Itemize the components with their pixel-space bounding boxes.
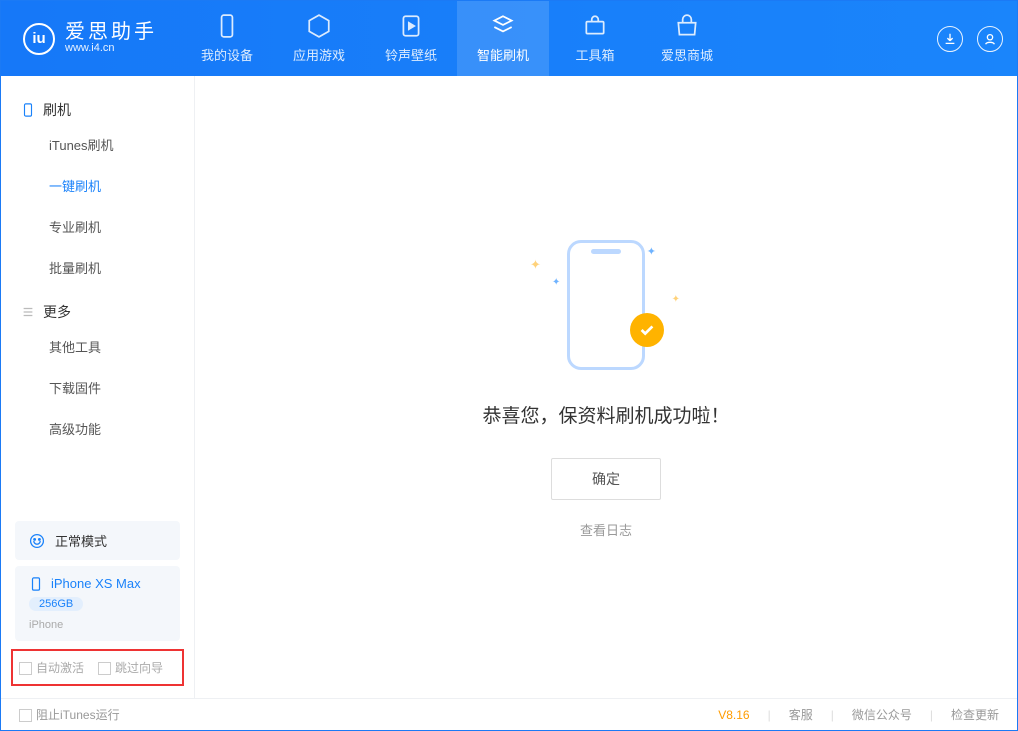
- device-card[interactable]: iPhone XS Max 256GB iPhone: [15, 566, 180, 641]
- view-log-link[interactable]: 查看日志: [580, 520, 632, 539]
- success-message: 恭喜您，保资料刷机成功啦！: [482, 401, 729, 428]
- header: iu 爱思助手 www.i4.cn 我的设备 应用游戏 铃声壁纸 智能刷机: [1, 1, 1017, 76]
- mode-label: 正常模式: [55, 531, 107, 550]
- footer-wechat[interactable]: 微信公众号: [852, 706, 912, 723]
- app-url: www.i4.cn: [65, 42, 157, 55]
- sidebar-group-more: 更多: [1, 288, 194, 326]
- sidebar-item-other-tools[interactable]: 其他工具: [1, 326, 194, 367]
- sidebar: 刷机 iTunes刷机 一键刷机 专业刷机 批量刷机 更多 其他工具 下载固件 …: [1, 76, 195, 698]
- checkbox-auto-activate[interactable]: 自动激活: [19, 659, 84, 676]
- tab-my-device[interactable]: 我的设备: [181, 1, 273, 76]
- footer-check-update[interactable]: 检查更新: [951, 706, 999, 723]
- sidebar-item-pro-flash[interactable]: 专业刷机: [1, 206, 194, 247]
- phone-icon: [567, 240, 645, 370]
- logo: iu 爱思助手 www.i4.cn: [1, 22, 181, 55]
- tab-apps-games[interactable]: 应用游戏: [273, 1, 365, 76]
- app-name: 爱思助手: [65, 22, 157, 42]
- logo-icon: iu: [23, 23, 55, 55]
- checkbox-skip-guide[interactable]: 跳过向导: [98, 659, 163, 676]
- version-label: V8.16: [718, 708, 749, 722]
- main-content: ✦✦✦✦ 恭喜您，保资料刷机成功啦！ 确定 查看日志: [195, 76, 1017, 698]
- options-box: 自动激活 跳过向导: [11, 649, 184, 686]
- device-type: iPhone: [29, 619, 166, 631]
- success-illustration: ✦✦✦✦: [526, 235, 686, 375]
- footer: 阻止iTunes运行 V8.16 | 客服 | 微信公众号 | 检查更新: [1, 698, 1017, 730]
- tab-toolbox[interactable]: 工具箱: [549, 1, 641, 76]
- tab-smart-flash[interactable]: 智能刷机: [457, 1, 549, 76]
- user-icon[interactable]: [977, 26, 1003, 52]
- check-icon: [630, 313, 664, 347]
- sidebar-item-oneclick-flash[interactable]: 一键刷机: [1, 165, 194, 206]
- device-capacity: 256GB: [29, 597, 83, 611]
- footer-support[interactable]: 客服: [789, 706, 813, 723]
- sidebar-item-advanced[interactable]: 高级功能: [1, 408, 194, 449]
- sidebar-item-batch-flash[interactable]: 批量刷机: [1, 247, 194, 288]
- checkbox-block-itunes[interactable]: 阻止iTunes运行: [19, 706, 120, 723]
- tab-ringtones-wallpapers[interactable]: 铃声壁纸: [365, 1, 457, 76]
- device-name: iPhone XS Max: [51, 576, 141, 591]
- sidebar-item-itunes-flash[interactable]: iTunes刷机: [1, 124, 194, 165]
- ok-button[interactable]: 确定: [551, 458, 661, 500]
- tab-store[interactable]: 爱思商城: [641, 1, 733, 76]
- sidebar-group-flash: 刷机: [1, 86, 194, 124]
- sidebar-item-download-firmware[interactable]: 下载固件: [1, 367, 194, 408]
- top-tabs: 我的设备 应用游戏 铃声壁纸 智能刷机 工具箱 爱思商城: [181, 1, 733, 76]
- download-icon[interactable]: [937, 26, 963, 52]
- mode-card[interactable]: 正常模式: [15, 521, 180, 560]
